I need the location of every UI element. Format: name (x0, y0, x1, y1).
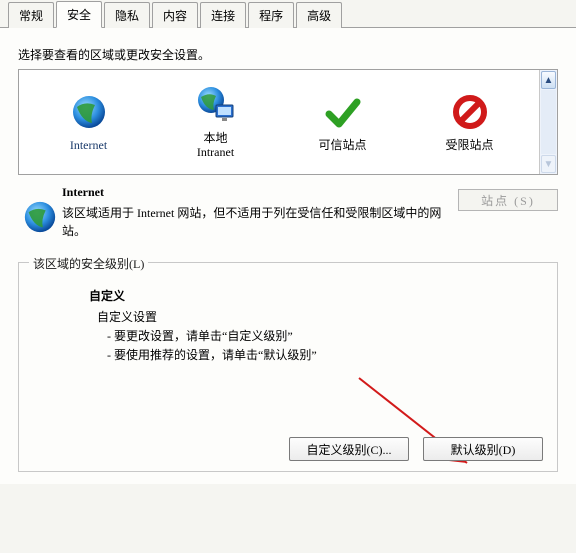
checkmark-icon (323, 92, 363, 132)
tab-security[interactable]: 安全 (56, 1, 102, 28)
group-legend: 该区域的安全级别(L) (29, 255, 148, 272)
zone-label: Internet (70, 138, 107, 152)
scroll-track[interactable] (541, 90, 556, 154)
globe-monitor-icon (196, 85, 236, 125)
tab-advanced[interactable]: 高级 (296, 2, 342, 28)
zone-label: 受限站点 (445, 138, 493, 152)
zone-prompt: 选择要查看的区域或更改安全设置。 (18, 46, 558, 63)
custom-subtitle: 自定义设置 (97, 308, 543, 325)
globe-icon (18, 185, 62, 240)
annotation-arrow-icon (349, 373, 489, 483)
prohibited-icon (450, 92, 490, 132)
tab-privacy[interactable]: 隐私 (104, 2, 150, 28)
default-level-button[interactable]: 默认级别(D) (423, 437, 543, 461)
zone-restricted[interactable]: 受限站点 (416, 92, 524, 152)
custom-line-2: - 要使用推荐的设置，请单击“默认级别” (107, 346, 543, 365)
custom-line-1: - 要更改设置，请单击“自定义级别” (107, 327, 543, 346)
zone-label: 可信站点 (318, 138, 366, 152)
security-panel: 选择要查看的区域或更改安全设置。 Internet (0, 28, 576, 484)
custom-level-button[interactable]: 自定义级别(C)... (289, 437, 409, 461)
zone-trusted[interactable]: 可信站点 (289, 92, 397, 152)
zone-internet[interactable]: Internet (35, 92, 143, 152)
scroll-down-icon[interactable]: ▼ (541, 155, 556, 173)
custom-title: 自定义 (89, 287, 543, 304)
tab-content[interactable]: 内容 (152, 2, 198, 28)
security-level-group: 该区域的安全级别(L) 自定义 自定义设置 - 要更改设置，请单击“自定义级别”… (18, 262, 558, 472)
tab-connections[interactable]: 连接 (200, 2, 246, 28)
zone-desc-body: 该区域适用于 Internet 网站，但不适用于列在受信任和受限制区域中的网站。 (62, 204, 450, 240)
tab-programs[interactable]: 程序 (248, 2, 294, 28)
zones-scrollbar: ▲ ▼ (539, 70, 557, 174)
scroll-up-icon[interactable]: ▲ (541, 71, 556, 89)
tabs-bar: 常规 安全 隐私 内容 连接 程序 高级 (0, 0, 576, 28)
zones-list: Internet 本地 Intranet (18, 69, 558, 175)
zone-intranet[interactable]: 本地 Intranet (162, 85, 270, 160)
zone-desc-title: Internet (62, 185, 450, 200)
tab-general[interactable]: 常规 (8, 2, 54, 28)
globe-icon (69, 92, 109, 132)
zone-label: 本地 Intranet (197, 131, 234, 160)
sites-button: 站点 (S) (458, 189, 558, 211)
